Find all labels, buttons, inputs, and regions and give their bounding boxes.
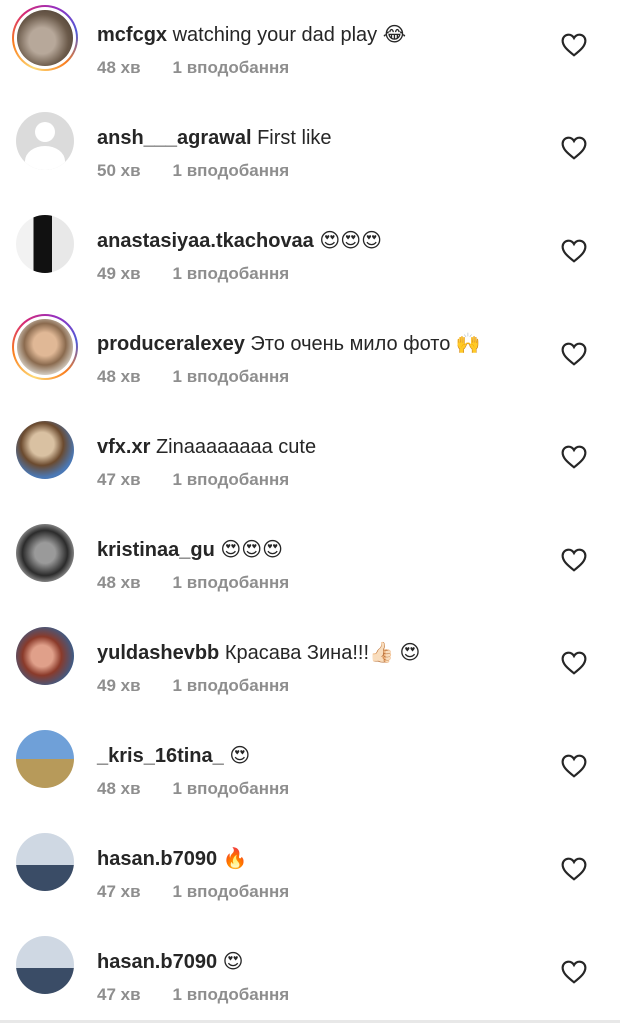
comment-text: 🔥 bbox=[222, 848, 248, 870]
comment-time: 50 хв bbox=[97, 161, 141, 180]
avatar[interactable] bbox=[16, 524, 74, 582]
comment-row: anastasiyaa.tkachovaa 😍😍😍 49 хв 1 вподоба… bbox=[0, 206, 620, 309]
avatar-wrapper[interactable] bbox=[12, 623, 78, 689]
comment-likes[interactable]: 1 вподобання bbox=[173, 161, 290, 180]
comment-row: yuldashevbb Красава Зина!!!👍🏻 😍 49 хв 1 в… bbox=[0, 618, 620, 721]
like-heart-icon[interactable] bbox=[561, 960, 587, 984]
comment-username[interactable]: hasan.b7090 bbox=[97, 848, 217, 870]
comment-text: 😍 bbox=[222, 951, 244, 973]
comment-likes[interactable]: 1 вподобання bbox=[173, 573, 290, 592]
comment-likes[interactable]: 1 вподобання bbox=[173, 58, 290, 77]
avatar-story-ring[interactable] bbox=[12, 5, 78, 71]
avatar[interactable] bbox=[17, 319, 73, 375]
comment-row: vfx.xr Zinaaaaaaaa cute 47 хв 1 вподобанн… bbox=[0, 412, 620, 515]
comment-username[interactable]: kristinaa_gu bbox=[97, 539, 215, 561]
comment-likes[interactable]: 1 вподобання bbox=[173, 264, 290, 283]
avatar-wrapper[interactable] bbox=[12, 211, 78, 277]
comment-row: hasan.b7090 🔥 47 хв 1 вподобання bbox=[0, 824, 620, 927]
avatar-wrapper[interactable] bbox=[12, 520, 78, 586]
avatar[interactable] bbox=[16, 627, 74, 685]
comment-likes[interactable]: 1 вподобання bbox=[173, 470, 290, 489]
comment-row: mcfcgx watching your dad play 😂 48 хв 1 в… bbox=[0, 0, 620, 103]
like-heart-icon[interactable] bbox=[561, 136, 587, 160]
avatar[interactable] bbox=[16, 215, 74, 273]
comment-text: First like bbox=[257, 127, 332, 149]
avatar[interactable] bbox=[16, 421, 74, 479]
comment-likes[interactable]: 1 вподобання bbox=[173, 779, 290, 798]
comment-username[interactable]: _kris_16tina_ bbox=[97, 745, 224, 767]
avatar[interactable] bbox=[17, 10, 73, 66]
comment-likes[interactable]: 1 вподобання bbox=[173, 882, 290, 901]
comment-time: 49 хв bbox=[97, 676, 141, 695]
avatar-wrapper[interactable] bbox=[12, 932, 78, 998]
comment-time: 48 хв bbox=[97, 367, 141, 386]
comment-text: 😍😍😍 bbox=[220, 539, 283, 561]
like-heart-icon[interactable] bbox=[561, 754, 587, 778]
comment-username[interactable]: anastasiyaa.tkachovaa bbox=[97, 230, 314, 252]
like-heart-icon[interactable] bbox=[561, 445, 587, 469]
like-heart-icon[interactable] bbox=[561, 548, 587, 572]
comment-username[interactable]: hasan.b7090 bbox=[97, 951, 217, 973]
comment-likes[interactable]: 1 вподобання bbox=[173, 985, 290, 1004]
avatar-wrapper[interactable] bbox=[12, 726, 78, 792]
comment-text: 😍 bbox=[229, 745, 251, 767]
comment-text: Zinaaaaaaaa cute bbox=[155, 436, 317, 458]
like-heart-icon[interactable] bbox=[561, 651, 587, 675]
avatar-wrapper[interactable] bbox=[12, 108, 78, 174]
comment-username[interactable]: produceralexey bbox=[97, 333, 245, 355]
comment-username[interactable]: mcfcgx bbox=[97, 24, 167, 46]
avatar[interactable] bbox=[16, 936, 74, 994]
comment-time: 47 хв bbox=[97, 985, 141, 1004]
comment-row: kristinaa_gu 😍😍😍 48 хв 1 вподобання bbox=[0, 515, 620, 618]
comment-text: watching your dad play 😂 bbox=[172, 24, 407, 46]
comment-time: 48 хв bbox=[97, 573, 141, 592]
comment-username[interactable]: yuldashevbb bbox=[97, 642, 219, 664]
comment-row: ansh___agrawal First like 50 хв 1 вподоба… bbox=[0, 103, 620, 206]
comment-row: _kris_16tina_ 😍 48 хв 1 вподобання bbox=[0, 721, 620, 824]
comment-username[interactable]: vfx.xr bbox=[97, 436, 150, 458]
comment-likes[interactable]: 1 вподобання bbox=[173, 676, 290, 695]
comments-list: mcfcgx watching your dad play 😂 48 хв 1 в… bbox=[0, 0, 620, 1023]
comment-text: Красава Зина!!!👍🏻 😍 bbox=[224, 642, 421, 664]
comment-row: hasan.b7090 😍 47 хв 1 вподобання bbox=[0, 927, 620, 1030]
like-heart-icon[interactable] bbox=[561, 857, 587, 881]
comment-time: 47 хв bbox=[97, 470, 141, 489]
avatar[interactable] bbox=[16, 112, 74, 170]
comment-time: 47 хв bbox=[97, 882, 141, 901]
comment-text: 😍😍😍 bbox=[319, 230, 382, 252]
like-heart-icon[interactable] bbox=[561, 342, 587, 366]
avatar-wrapper[interactable] bbox=[12, 417, 78, 483]
comment-row: produceralexey Это очень мило фото 🙌 48 … bbox=[0, 309, 620, 412]
avatar[interactable] bbox=[16, 833, 74, 891]
avatar-wrapper[interactable] bbox=[12, 829, 78, 895]
like-heart-icon[interactable] bbox=[561, 239, 587, 263]
avatar-story-ring[interactable] bbox=[12, 314, 78, 380]
avatar[interactable] bbox=[16, 730, 74, 788]
comment-likes[interactable]: 1 вподобання bbox=[173, 367, 290, 386]
comment-time: 48 хв bbox=[97, 779, 141, 798]
comment-time: 48 хв bbox=[97, 58, 141, 77]
comment-username[interactable]: ansh___agrawal bbox=[97, 127, 252, 149]
comment-text: Это очень мило фото 🙌 bbox=[250, 333, 481, 355]
like-heart-icon[interactable] bbox=[561, 33, 587, 57]
comment-time: 49 хв bbox=[97, 264, 141, 283]
